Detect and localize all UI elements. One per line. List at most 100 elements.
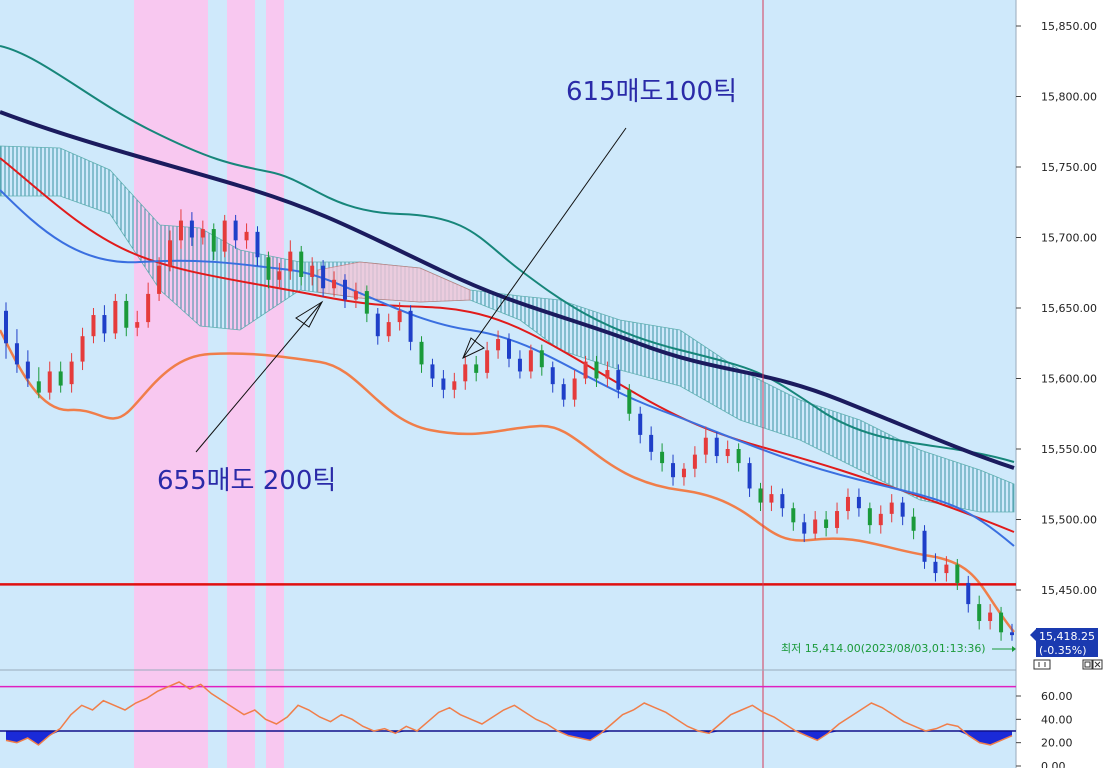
candle-body (758, 488, 763, 503)
candle-body (430, 364, 435, 379)
candle-body (189, 220, 194, 238)
candle-body (178, 220, 183, 241)
y-tick-label: 15,750.00 (1041, 161, 1097, 174)
candle-body (91, 315, 96, 337)
candle-body (517, 358, 522, 372)
candle-body (780, 494, 785, 509)
candle-body (80, 336, 85, 362)
osc-tick-label: 0.00 (1041, 760, 1066, 768)
candle-body (58, 371, 63, 386)
candle-body (681, 468, 686, 478)
candle-body (638, 413, 643, 435)
candle-body (988, 612, 993, 622)
candle-body (364, 291, 369, 314)
chart-window: 615매도100틱 655매도 200틱 최저 15,414.00(2023/0… (0, 0, 1109, 768)
candle-body (310, 265, 315, 277)
candle-body (113, 300, 118, 334)
candle-body (485, 350, 490, 373)
candle-body (528, 350, 533, 372)
candle-body (889, 502, 894, 514)
candle-body (157, 265, 162, 294)
candle-body (550, 367, 555, 385)
current-price-tag: 15,418.25 (-0.35%) (1030, 628, 1098, 657)
candle-body (299, 251, 304, 277)
candle-body (725, 449, 730, 457)
y-tick-label: 15,650.00 (1041, 302, 1097, 315)
candle-body (867, 508, 872, 526)
candle-body (200, 229, 205, 238)
y-tick-label: 15,800.00 (1041, 91, 1097, 104)
candle-body (627, 389, 632, 414)
candle-body (747, 463, 752, 489)
y-tick-label: 15,850.00 (1041, 20, 1097, 33)
candle-body (266, 257, 271, 280)
candle-body (397, 310, 402, 323)
price-chart[interactable]: 615매도100틱 655매도 200틱 최저 15,414.00(2023/0… (0, 0, 1109, 768)
y-tick-label: 15,450.00 (1041, 584, 1097, 597)
annotation-615-label: 615매도100틱 (566, 77, 737, 107)
candle-body (146, 293, 151, 323)
candle-body (922, 530, 927, 562)
candle-body (233, 220, 238, 241)
candle-body (375, 313, 380, 337)
candle-body (244, 231, 249, 241)
candle-body (4, 310, 8, 344)
candle-body (36, 381, 41, 393)
candle-body (342, 279, 347, 300)
candle-body (496, 339, 501, 351)
low-marker-label: 최저 15,414.00(2023/08/03,01:13:36) (781, 642, 986, 655)
candle-body (47, 371, 52, 393)
candle-body (332, 279, 337, 289)
candle-body (14, 343, 19, 365)
candle (222, 214, 227, 258)
candle-body (222, 220, 227, 252)
osc-tick-label: 20.00 (1041, 737, 1073, 750)
candle-body (255, 231, 260, 258)
y-tick-label: 15,700.00 (1041, 232, 1097, 245)
candle-body (856, 496, 861, 509)
candle-body (277, 271, 282, 280)
highlight-band (227, 0, 255, 768)
candle-body (211, 229, 216, 252)
candle-body (714, 437, 719, 457)
candle-body (594, 361, 599, 379)
y-tick-label: 15,600.00 (1041, 373, 1097, 386)
y-tick-label: 15,550.00 (1041, 443, 1097, 456)
candle-body (824, 519, 829, 528)
candle-body (649, 434, 654, 452)
candle-body (671, 463, 676, 478)
candle-body (605, 370, 610, 379)
close-icon[interactable] (1092, 659, 1103, 670)
collapse-icon[interactable] (1033, 659, 1051, 670)
candle-body (419, 341, 424, 365)
candle-body (463, 364, 468, 382)
osc-tick-label: 40.00 (1041, 713, 1073, 726)
candle-body (835, 511, 840, 528)
candle-body (802, 522, 807, 534)
candle-body (474, 364, 479, 373)
osc-tick-label: 60.00 (1041, 690, 1073, 703)
candle-body (692, 454, 697, 469)
candle-body (572, 378, 577, 400)
candle-body (999, 612, 1004, 633)
highlight-band (134, 0, 208, 768)
candle-body (736, 449, 741, 464)
candle-body (441, 378, 446, 390)
candle-body (69, 361, 74, 385)
candle-body (102, 315, 107, 334)
candle-body (452, 381, 457, 390)
candle-body (353, 291, 358, 300)
candle-body (135, 322, 140, 328)
current-price-change: (-0.35%) (1039, 644, 1087, 657)
candle-body (583, 361, 588, 379)
candle-body (124, 300, 129, 328)
candle-body (769, 494, 774, 503)
candle-body (933, 561, 938, 574)
current-price-value: 15,418.25 (1039, 630, 1095, 643)
candle-body (25, 361, 30, 379)
candle-body (878, 513, 883, 526)
candle-body (386, 322, 391, 337)
restore-icon[interactable] (1082, 659, 1093, 670)
candle-body (1010, 632, 1014, 636)
candle-body (616, 370, 621, 390)
